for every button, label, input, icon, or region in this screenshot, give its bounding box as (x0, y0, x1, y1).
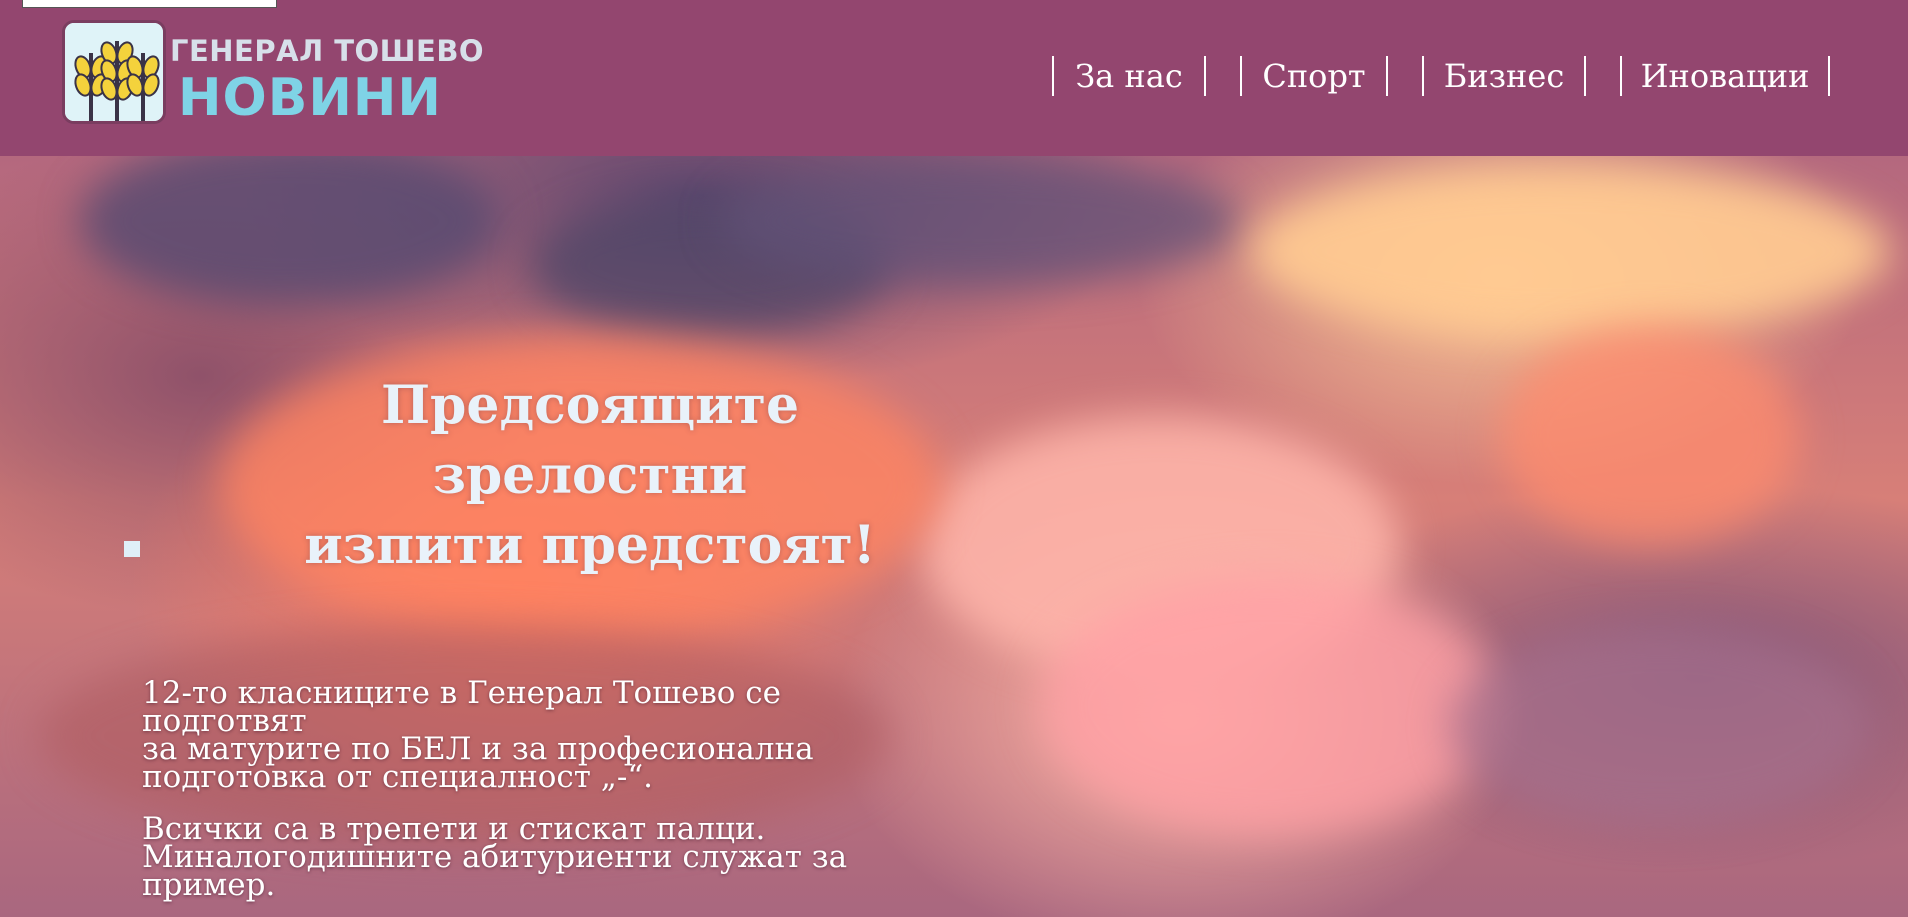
hero-paragraph-1: 12-то класниците в Генерал Тошево се под… (142, 675, 922, 795)
main-nav: За нас Спорт Бизнес Иновации (0, 56, 1908, 96)
hero-title: Предсоящите зрелостни изпити предстоят! (260, 371, 920, 581)
nav-item-business[interactable]: Бизнес (1422, 56, 1586, 96)
hero-paragraph-2-line-3: пример. (142, 867, 276, 903)
hero-title-line-1: Предсоящите зрелостни (380, 374, 800, 506)
cloud-shape (1040, 576, 1500, 836)
cloud-shape (80, 156, 500, 306)
cloud-shape (720, 156, 1240, 286)
cloud-shape (1250, 166, 1890, 336)
nav-item-sport[interactable]: Спорт (1240, 56, 1388, 96)
hero-paragraph-1-line-1: 12-то класниците в Генерал Тошево се под… (142, 675, 782, 739)
hero-paragraph-2: Всички са в трепети и стискат палци. Мин… (142, 814, 922, 903)
hero-paragraph-1-line-3: подготовка от специалност „-“. (142, 759, 654, 795)
hero-bullet (124, 541, 140, 557)
nav-item-about[interactable]: За нас (1052, 56, 1206, 96)
hero-title-line-2: изпити предстоят! (304, 514, 876, 576)
top-toolbar-strip (22, 0, 277, 8)
site-header: ГЕНЕРАЛ ТОШЕВО НОВИНИ За нас Спорт Бизне… (0, 0, 1908, 156)
cloud-shape (1450, 626, 1870, 826)
cloud-shape (1500, 326, 1800, 546)
nav-item-innovations[interactable]: Иновации (1620, 56, 1830, 96)
